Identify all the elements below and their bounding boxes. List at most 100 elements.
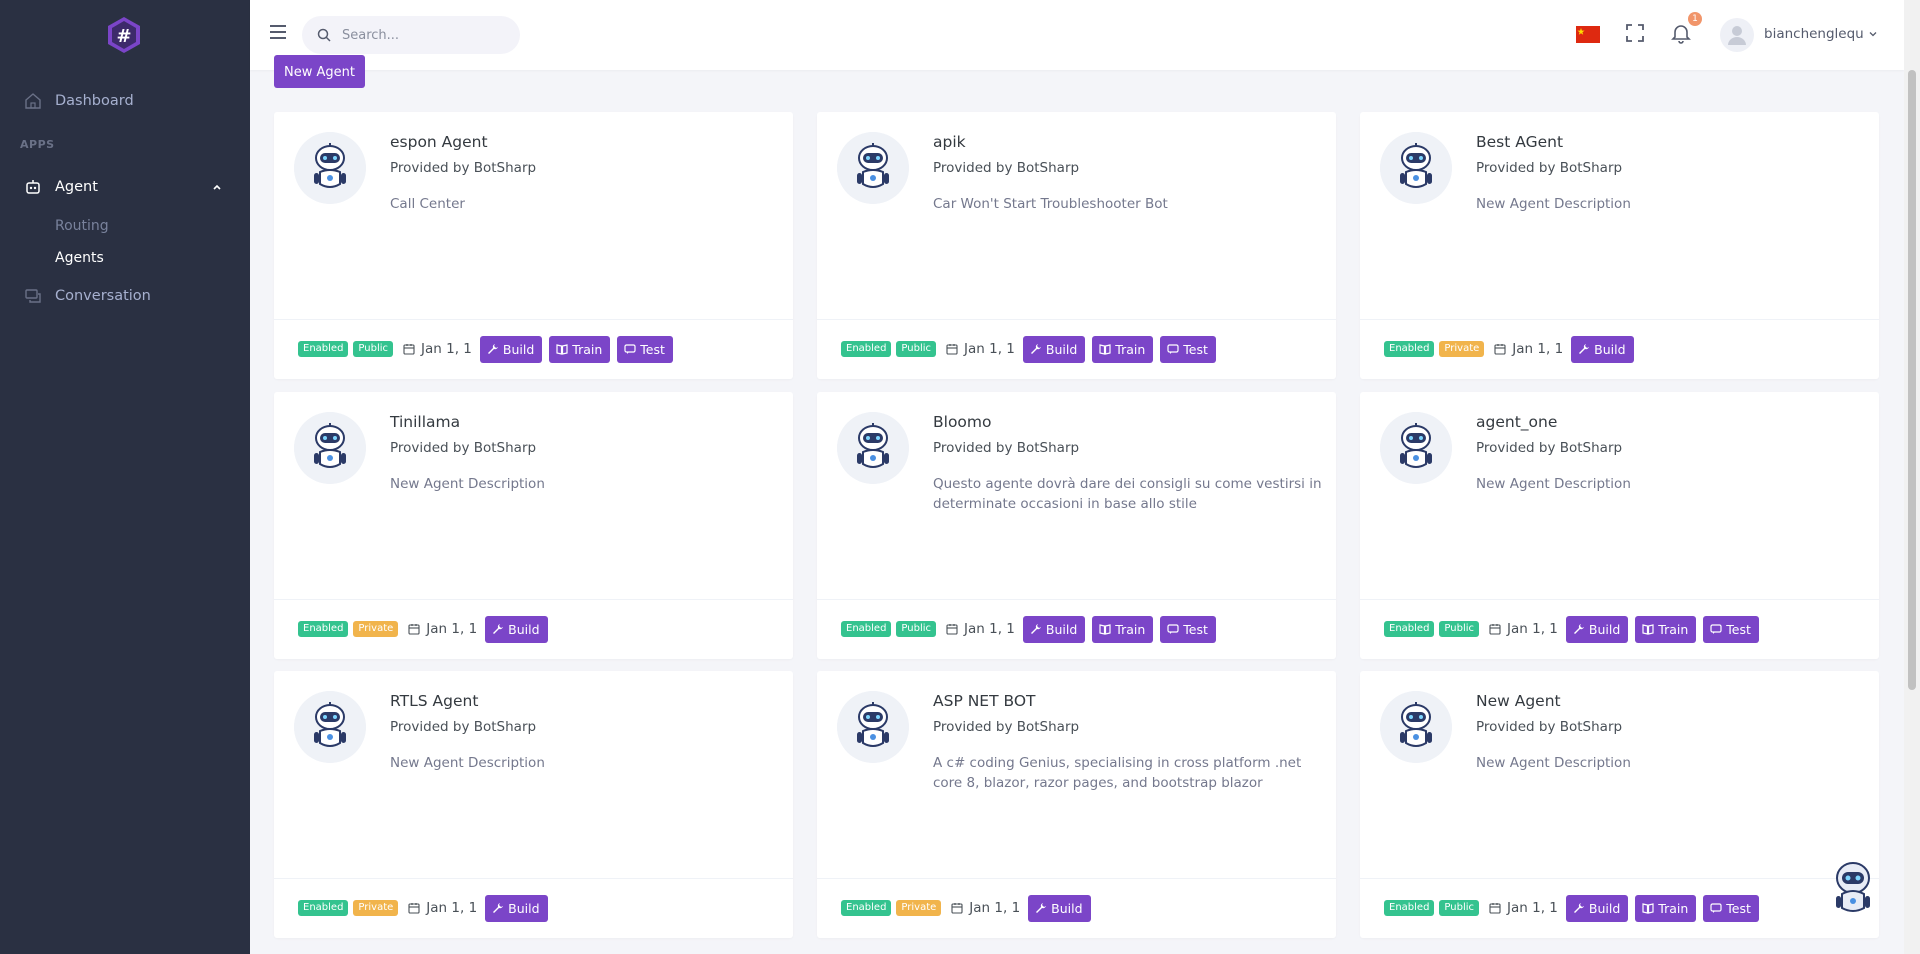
chat-test-icon — [1167, 624, 1179, 634]
search-input[interactable] — [342, 16, 512, 54]
agent-card[interactable]: Best AGent Provided by BotSharp New Agen… — [1360, 112, 1879, 379]
calendar-icon — [946, 624, 958, 635]
username[interactable]: bianchenglequ — [1764, 26, 1864, 42]
chat-test-icon — [1710, 903, 1722, 913]
build-button[interactable]: Build — [1571, 335, 1634, 363]
visibility-badge: Public — [896, 621, 937, 637]
visibility-badge: Private — [353, 900, 399, 916]
agent-name[interactable]: RTLS Agent — [390, 692, 478, 710]
sidebar-item-conversation[interactable]: Conversation — [0, 280, 250, 312]
menu-title-apps: APPS — [20, 138, 55, 151]
build-button[interactable]: Build — [1565, 894, 1629, 922]
agent-name[interactable]: ASP NET BOT — [933, 692, 1036, 710]
chat-icon — [25, 289, 41, 303]
build-button[interactable]: Build — [1022, 335, 1086, 363]
train-button[interactable]: Train — [1635, 894, 1697, 922]
topbar: 1 bianchenglequ — [250, 0, 1904, 70]
agent-name[interactable]: espon Agent — [390, 133, 488, 151]
status-badge: Enabled — [298, 900, 349, 916]
language-flag-icon[interactable] — [1576, 26, 1600, 43]
train-button[interactable]: Train — [549, 335, 611, 363]
agent-date: Jan 1, 1 — [426, 900, 478, 916]
build-button[interactable]: Build — [479, 335, 543, 363]
book-icon — [1642, 624, 1654, 635]
train-button[interactable]: Train — [1092, 335, 1154, 363]
sidebar-item-agents[interactable]: Agents — [55, 250, 104, 266]
visibility-badge: Public — [896, 341, 937, 357]
wrench-icon — [1030, 624, 1041, 634]
agent-description: A c# coding Genius, specialising in cros… — [933, 755, 1302, 791]
agent-card[interactable]: Bloomo Provided by BotSharp Questo agent… — [817, 392, 1336, 659]
agent-card[interactable]: RTLS Agent Provided by BotSharp New Agen… — [274, 671, 793, 938]
agent-description: Call Center — [390, 196, 465, 212]
china-flag-icon — [1576, 26, 1600, 43]
agent-name[interactable]: Bloomo — [933, 413, 992, 431]
build-button[interactable]: Build — [1028, 894, 1091, 922]
agent-name[interactable]: agent_one — [1476, 413, 1557, 431]
test-button[interactable]: Test — [1703, 615, 1759, 643]
agent-date: Jan 1, 1 — [426, 621, 478, 637]
status-badge: Enabled — [841, 341, 892, 357]
agent-date: Jan 1, 1 — [421, 341, 472, 357]
agent-card[interactable]: Tinillama Provided by BotSharp New Agent… — [274, 392, 793, 659]
menu-toggle-icon[interactable] — [270, 25, 286, 41]
agent-name[interactable]: Tinillama — [390, 413, 460, 431]
agent-card[interactable]: apik Provided by BotSharp Car Won't Star… — [817, 112, 1336, 379]
agent-provider: Provided by BotSharp — [933, 160, 1080, 176]
agent-name[interactable]: New Agent — [1476, 692, 1561, 710]
agent-description: New Agent Description — [390, 476, 545, 492]
agent-card-footer: Enabled Public Jan 1, 1 Build Train Test — [817, 319, 1336, 379]
agent-avatar-icon — [294, 412, 366, 484]
book-icon — [1099, 344, 1111, 355]
chat-test-icon — [624, 344, 636, 354]
agent-card[interactable]: New Agent Provided by BotSharp New Agent… — [1360, 671, 1879, 938]
chevron-down-icon[interactable] — [1869, 30, 1877, 38]
app-logo-icon[interactable]: # — [105, 16, 143, 54]
agent-card[interactable]: agent_one Provided by BotSharp New Agent… — [1360, 392, 1879, 659]
agent-name[interactable]: apik — [933, 133, 966, 151]
agent-provider: Provided by BotSharp — [1476, 719, 1623, 735]
test-button[interactable]: Test — [617, 335, 673, 363]
agent-card-footer: Enabled Public Jan 1, 1 Build Train Test — [817, 599, 1336, 659]
agent-name[interactable]: Best AGent — [1476, 133, 1563, 151]
build-button[interactable]: Build — [1022, 615, 1086, 643]
build-button[interactable]: Build — [485, 894, 548, 922]
visibility-badge: Private — [896, 900, 942, 916]
agent-description: New Agent Description — [390, 755, 545, 771]
sidebar-item-routing[interactable]: Routing — [55, 218, 109, 234]
scrollbar-thumb[interactable] — [1908, 70, 1916, 690]
agent-date: Jan 1, 1 — [1507, 621, 1558, 637]
agent-card-footer: Enabled Public Jan 1, 1 Build Train Test — [1360, 599, 1879, 659]
fullscreen-icon[interactable] — [1625, 23, 1645, 43]
visibility-badge: Public — [1439, 621, 1480, 637]
visibility-badge: Private — [353, 621, 399, 637]
calendar-icon — [1489, 624, 1501, 635]
status-badge: Enabled — [841, 621, 892, 637]
bell-icon[interactable] — [1670, 22, 1692, 44]
build-button[interactable]: Build — [1565, 615, 1629, 643]
test-button[interactable]: Test — [1160, 615, 1216, 643]
status-badge: Enabled — [1384, 621, 1435, 637]
test-button[interactable]: Test — [1160, 335, 1216, 363]
sidebar-item-dashboard[interactable]: Dashboard — [0, 85, 250, 117]
avatar[interactable] — [1720, 18, 1754, 52]
agent-card[interactable]: ASP NET BOT Provided by BotSharp A c# co… — [817, 671, 1336, 938]
status-badge: Enabled — [298, 341, 349, 357]
sidebar-item-label: Dashboard — [55, 93, 134, 109]
agent-card[interactable]: espon Agent Provided by BotSharp Call Ce… — [274, 112, 793, 379]
page-scrollbar[interactable] — [1904, 0, 1920, 954]
new-agent-button[interactable]: New Agent — [274, 55, 365, 88]
test-button[interactable]: Test — [1703, 894, 1759, 922]
build-button[interactable]: Build — [485, 615, 548, 643]
calendar-icon — [403, 344, 415, 355]
train-button[interactable]: Train — [1092, 615, 1154, 643]
wrench-icon — [1030, 344, 1041, 354]
chatbot-launcher-icon[interactable] — [1828, 858, 1878, 922]
home-icon — [25, 93, 41, 109]
agent-provider: Provided by BotSharp — [390, 160, 537, 176]
agent-date: Jan 1, 1 — [1512, 341, 1564, 357]
train-button[interactable]: Train — [1635, 615, 1697, 643]
svg-text:#: # — [116, 26, 131, 47]
sidebar-item-agent[interactable]: Agent — [0, 171, 250, 203]
status-badge: Enabled — [841, 900, 892, 916]
